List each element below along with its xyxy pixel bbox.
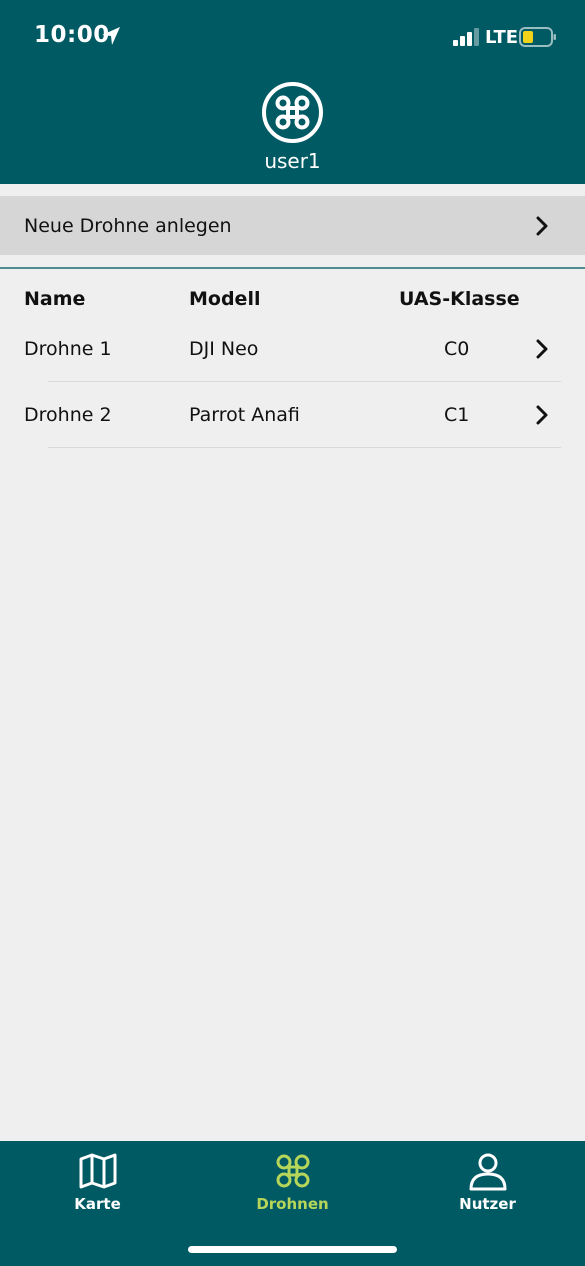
cellular-signal-icon <box>453 28 479 46</box>
network-type: LTE <box>485 27 519 48</box>
tab-label: Karte <box>74 1195 121 1213</box>
drone-icon <box>276 1154 310 1188</box>
column-header-model: Modell <box>189 288 261 310</box>
new-drone-button[interactable]: Neue Drohne anlegen <box>0 196 585 255</box>
drone-name: Drohne 2 <box>24 404 112 426</box>
home-indicator[interactable] <box>188 1246 397 1253</box>
battery-icon <box>519 27 556 47</box>
tab-label: Drohnen <box>256 1195 329 1213</box>
drone-name: Drohne 1 <box>24 338 112 360</box>
status-time: 10:00 <box>34 22 110 48</box>
tab-drohnen[interactable]: Drohnen <box>195 1141 390 1231</box>
section-divider <box>0 267 585 269</box>
username: user1 <box>264 149 321 173</box>
location-arrow-icon <box>102 27 120 45</box>
chevron-right-icon <box>536 339 548 359</box>
chevron-right-icon <box>536 405 548 425</box>
drone-model: DJI Neo <box>189 338 259 360</box>
new-drone-label: Neue Drohne anlegen <box>24 214 232 237</box>
column-header-name: Name <box>24 288 86 310</box>
drone-class: C0 <box>444 338 470 360</box>
drone-model: Parrot Anafi <box>189 404 300 426</box>
tab-karte[interactable]: Karte <box>0 1141 195 1231</box>
table-row[interactable]: Drohne 1 DJI Neo C0 <box>0 316 585 382</box>
table-row[interactable]: Drohne 2 Parrot Anafi C1 <box>0 382 585 448</box>
user-icon <box>469 1153 507 1191</box>
app-header: 10:00 LTE user1 <box>0 0 585 184</box>
map-icon <box>79 1153 117 1189</box>
drone-avatar-icon <box>262 82 323 143</box>
row-divider <box>48 447 561 448</box>
column-header-uas-class: UAS-Klasse <box>399 288 520 310</box>
drone-class: C1 <box>444 404 470 426</box>
tab-nutzer[interactable]: Nutzer <box>390 1141 585 1231</box>
tab-label: Nutzer <box>459 1195 516 1213</box>
chevron-right-icon <box>536 216 548 236</box>
